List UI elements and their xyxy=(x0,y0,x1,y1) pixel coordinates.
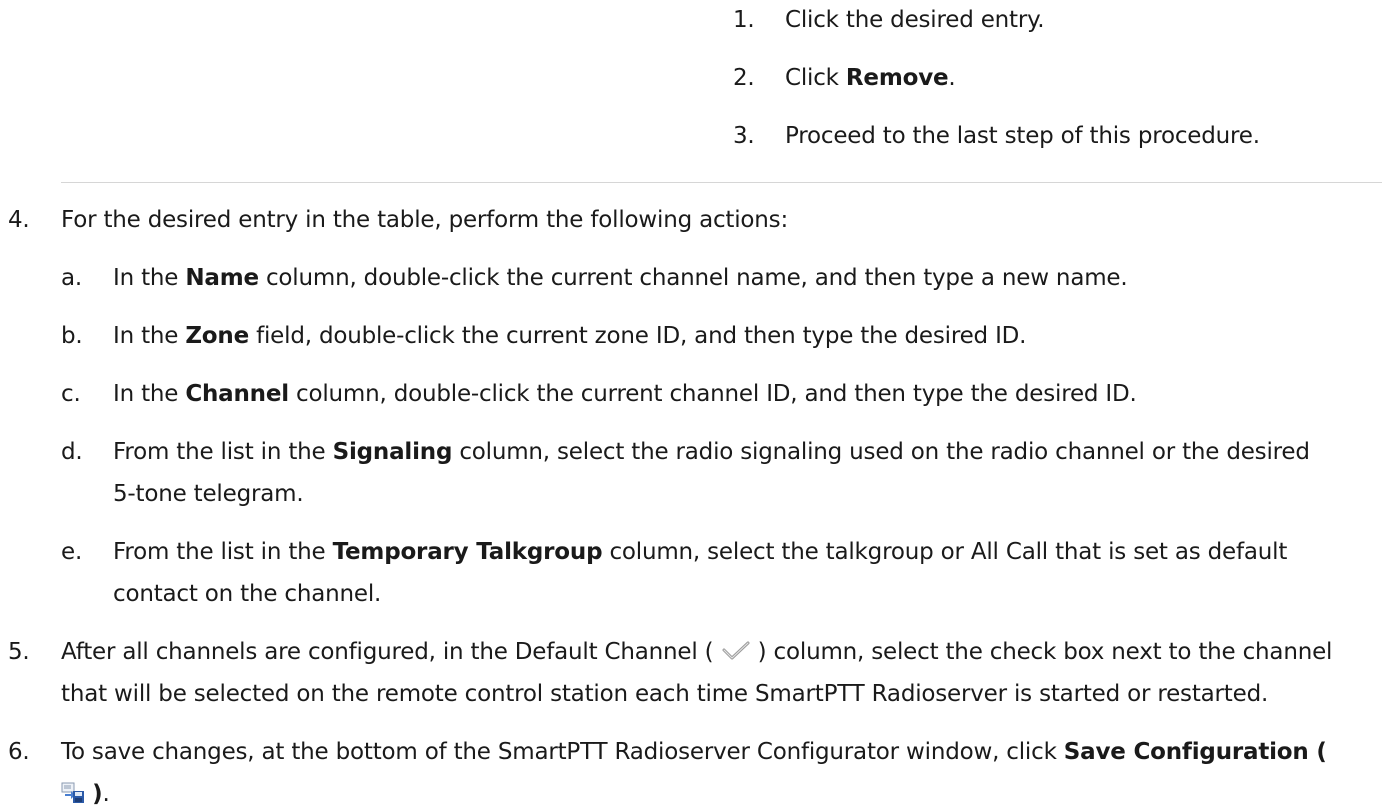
substep-text: From the list in the Signaling column, s… xyxy=(113,439,1310,465)
checkmark-icon xyxy=(721,640,751,670)
substep-text: In the Channel column, double-click the … xyxy=(113,381,1137,407)
substep-letter: c. xyxy=(61,381,81,407)
substep-text: In the Name column, double-click the cur… xyxy=(113,265,1128,291)
substep-letter: d. xyxy=(61,439,83,465)
step-number: 5. xyxy=(8,639,30,665)
save-configuration-icon xyxy=(61,782,85,808)
substep-text-continued: 5-tone telegram. xyxy=(113,481,304,507)
ui-term: Signaling xyxy=(332,439,453,465)
table-divider xyxy=(61,182,1382,183)
ui-term: Temporary Talkgroup xyxy=(332,539,603,565)
ui-term: Zone xyxy=(185,323,249,349)
ui-term: ) xyxy=(92,781,103,807)
substep-letter: a. xyxy=(61,265,83,291)
step-text: After all channels are configured, in th… xyxy=(61,637,1332,670)
step-number: 3. xyxy=(733,123,755,149)
substep-letter: e. xyxy=(61,539,83,565)
substep-text: In the Zone field, double-click the curr… xyxy=(113,323,1027,349)
step-number: 6. xyxy=(8,739,30,765)
step-number: 4. xyxy=(8,207,30,233)
step-text-continued: that will be selected on the remote cont… xyxy=(61,681,1269,707)
step-number: 1. xyxy=(733,7,755,33)
substep-letter: b. xyxy=(61,323,83,349)
step-text: Click the desired entry. xyxy=(785,7,1045,33)
step-text: Proceed to the last step of this procedu… xyxy=(785,123,1260,149)
step-text: Click Remove. xyxy=(785,65,956,91)
step-text: To save changes, at the bottom of the Sm… xyxy=(61,739,1327,765)
ui-term: Name xyxy=(185,265,259,291)
step-number: 2. xyxy=(733,65,755,91)
ui-term: Save Configuration ( xyxy=(1063,739,1327,765)
ui-term: Remove xyxy=(845,65,949,91)
substep-text: From the list in the Temporary Talkgroup… xyxy=(113,539,1288,565)
step-text-continued: ). xyxy=(61,779,110,808)
ui-term: Channel xyxy=(185,381,289,407)
substep-text-continued: contact on the channel. xyxy=(113,581,382,607)
step-text: For the desired entry in the table, perf… xyxy=(61,207,789,233)
